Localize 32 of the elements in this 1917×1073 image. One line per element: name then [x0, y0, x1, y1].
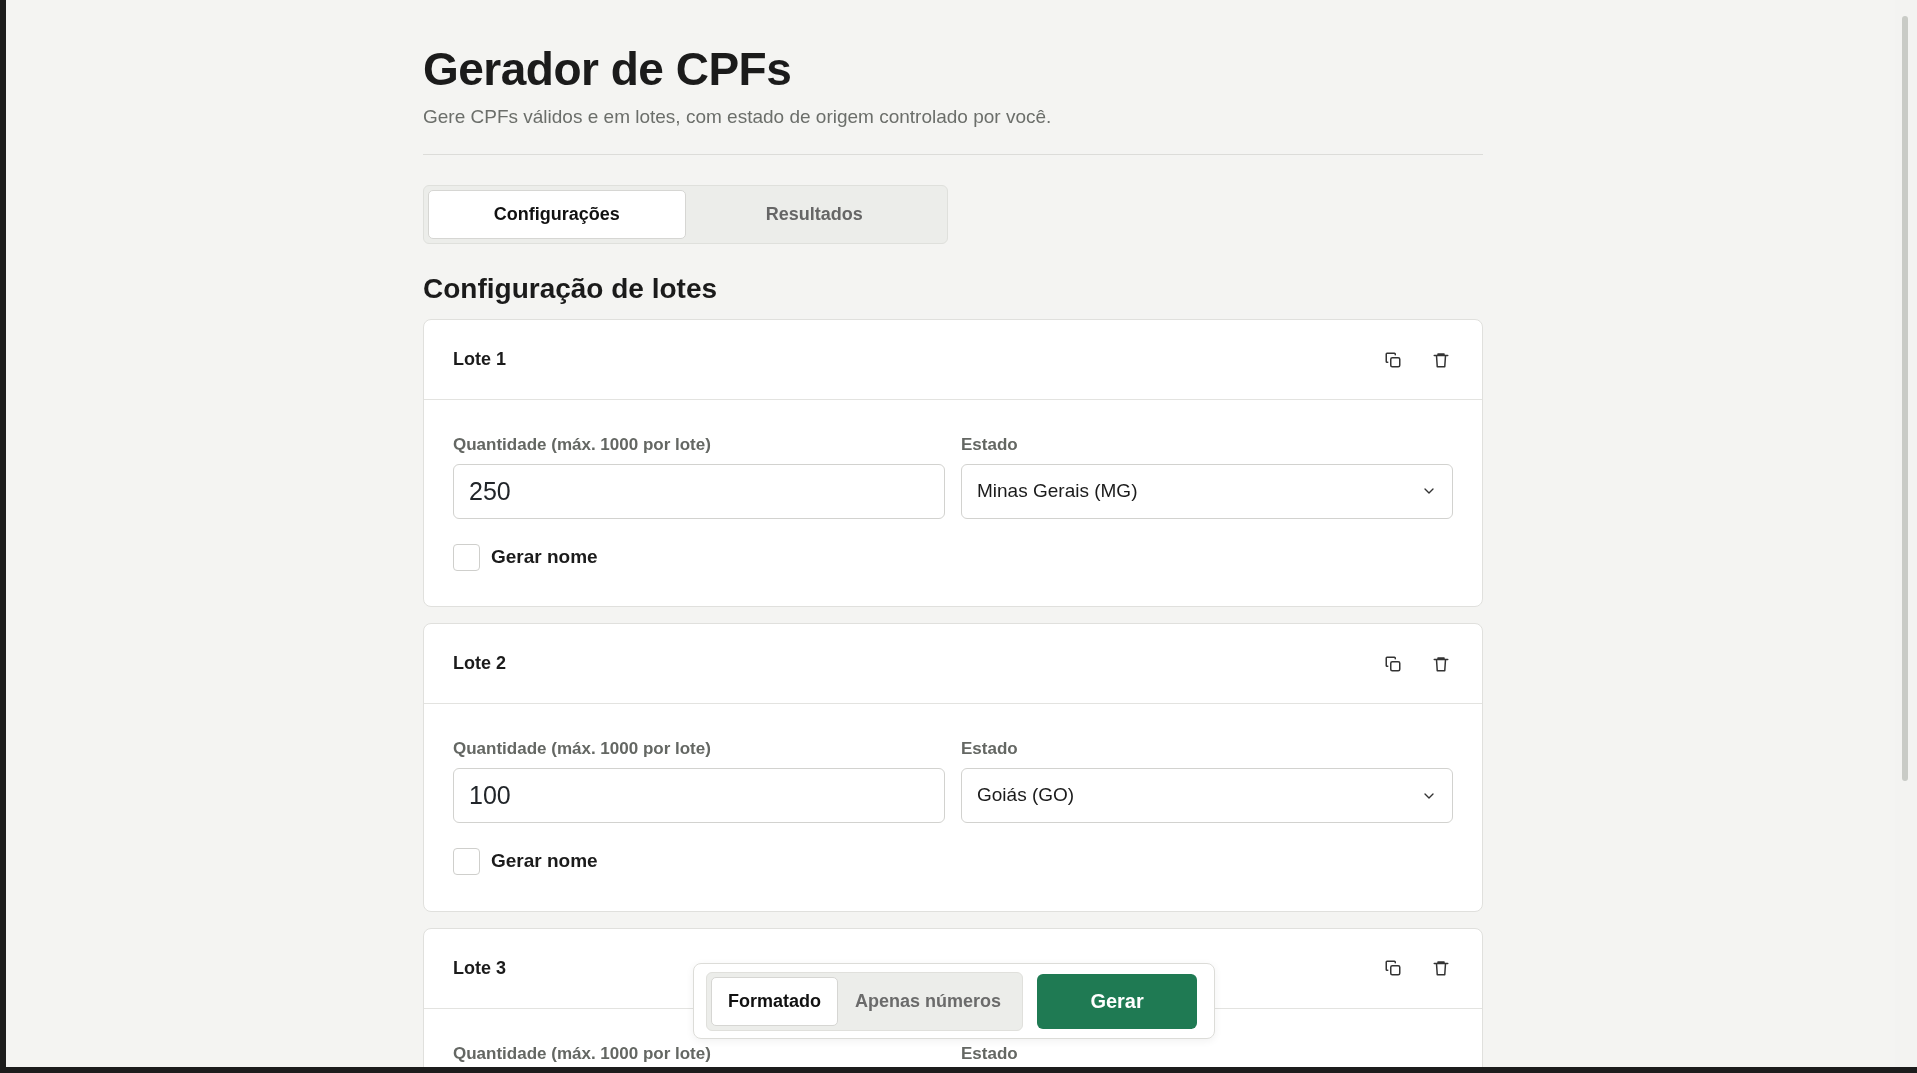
checkbox[interactable]: [453, 847, 480, 875]
field-label: Estado: [961, 436, 1018, 455]
state-select[interactable]: Minas Gerais (MG): [961, 463, 1453, 519]
page-subtitle: Gere CPFs válidos e em lotes, com estado de origem controlado por você.: [423, 105, 1053, 130]
lot-title: Lote 2: [453, 652, 507, 676]
checkbox-label: Gerar nome: [491, 849, 598, 874]
trash-icon: [1432, 350, 1450, 369]
page-title: Gerador de CPFs: [423, 42, 793, 97]
field-label: Estado: [961, 1044, 1018, 1064]
scrollbar-thumb[interactable]: [1902, 16, 1908, 781]
field-label: Estado: [961, 740, 1018, 760]
checkbox[interactable]: [453, 543, 480, 571]
copy-icon: [1384, 350, 1402, 369]
tab[interactable]: Resultados: [685, 189, 943, 239]
state-select[interactable]: Goiás (GO): [961, 768, 1453, 824]
field-label: Quantidade (máx. 1000 por lote): [453, 436, 711, 455]
lot-title: Lote 3: [453, 956, 507, 980]
section-title: Configuração de lotes: [423, 271, 719, 306]
lot-title: Lote 1: [453, 348, 507, 372]
field-label: Quantidade (máx. 1000 por lote): [453, 1044, 711, 1064]
copy-icon: [1384, 654, 1402, 673]
field-label: Quantidade (máx. 1000 por lote): [453, 740, 711, 760]
checkbox-label: Gerar nome: [491, 544, 598, 569]
toggle-option[interactable]: Formatado: [711, 976, 838, 1026]
trash-icon: [1432, 654, 1450, 673]
quantity-input[interactable]: 100: [453, 768, 945, 824]
quantity-input[interactable]: 250: [453, 463, 945, 519]
toggle-option[interactable]: Apenas números: [838, 976, 1019, 1026]
copy-icon: [1384, 959, 1402, 978]
generate-button[interactable]: Gerar: [1037, 973, 1198, 1029]
trash-icon: [1432, 959, 1450, 978]
tab[interactable]: Configurações: [428, 189, 686, 239]
